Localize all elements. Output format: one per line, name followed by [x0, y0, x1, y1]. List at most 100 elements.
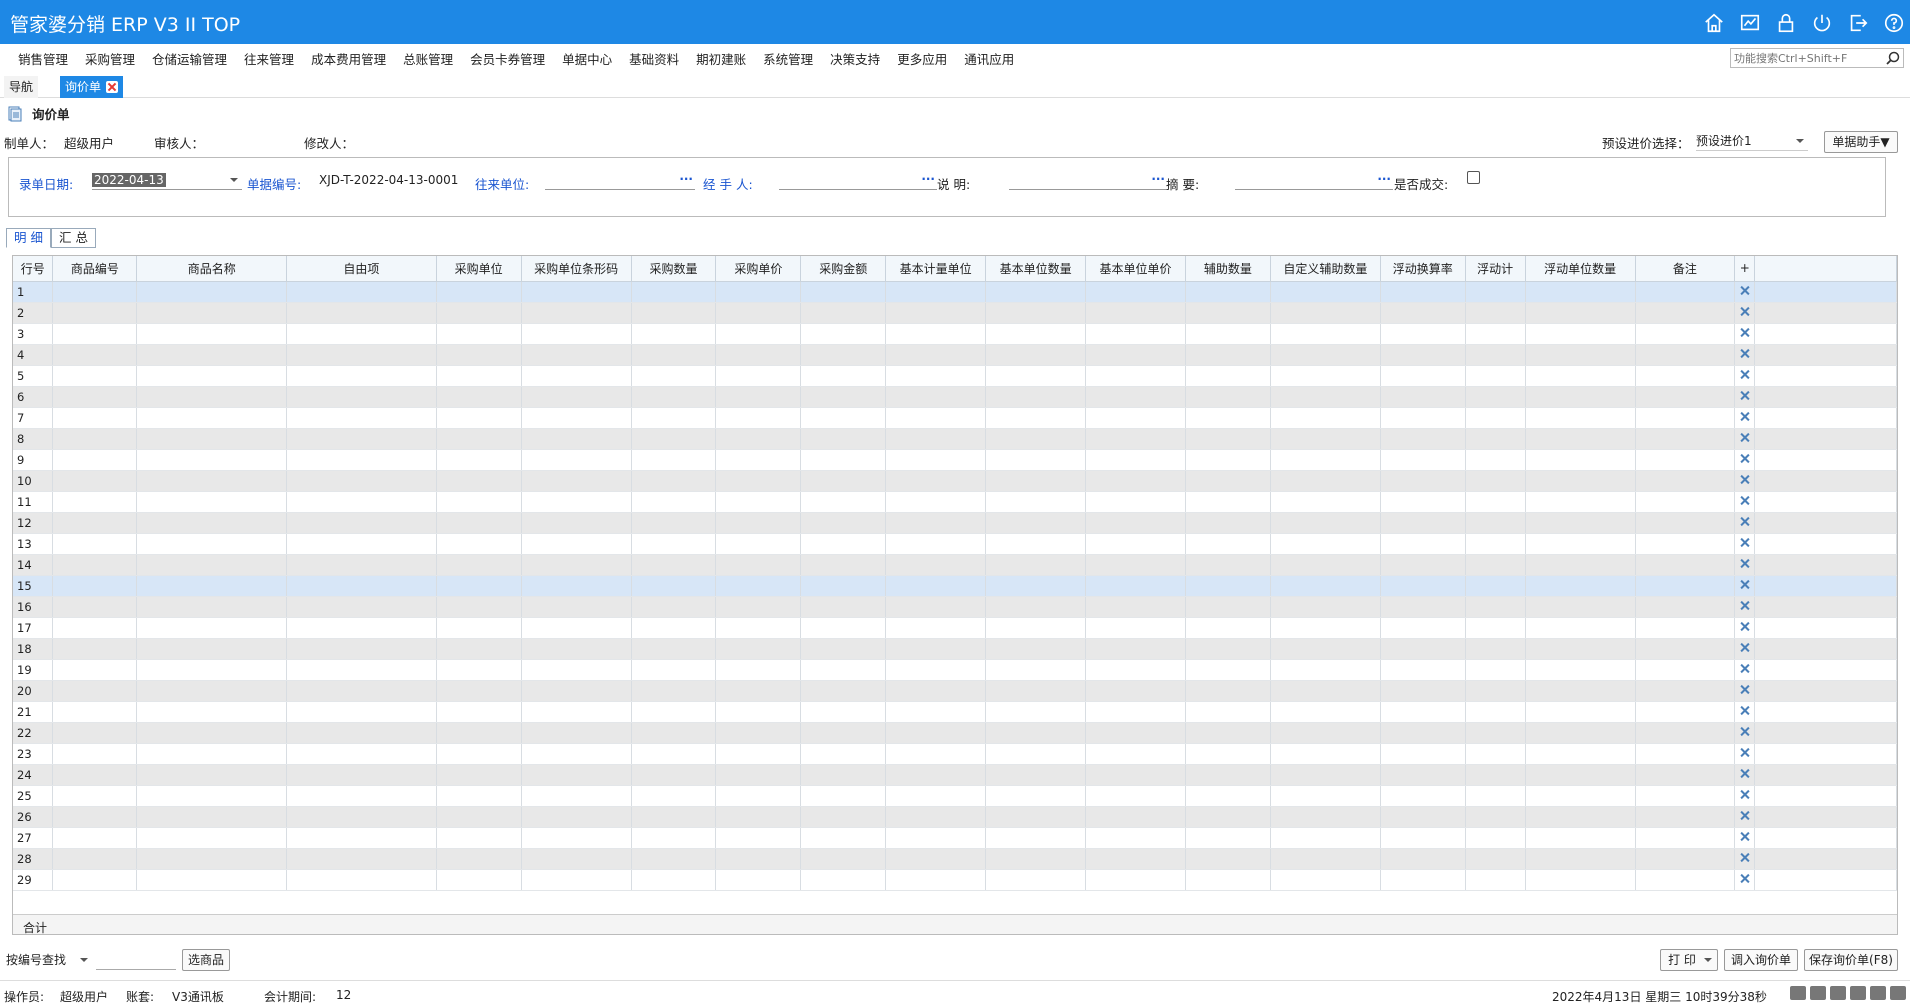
table-cell[interactable] — [1270, 596, 1381, 618]
table-cell[interactable] — [136, 428, 288, 450]
table-cell[interactable] — [1270, 407, 1381, 429]
table-cell[interactable] — [985, 827, 1087, 849]
table-cell[interactable] — [436, 764, 522, 786]
table-cell[interactable] — [1465, 827, 1526, 849]
column-header[interactable]: 辅助数量 — [1185, 256, 1271, 282]
table-cell[interactable] — [985, 848, 1087, 870]
table-cell[interactable] — [286, 701, 437, 723]
table-cell[interactable] — [885, 323, 987, 345]
table-cell[interactable] — [1270, 743, 1381, 765]
table-cell[interactable] — [885, 470, 987, 492]
delete-row-icon[interactable] — [1739, 516, 1750, 527]
table-row[interactable]: 24 — [13, 764, 1897, 786]
table-cell[interactable] — [286, 848, 437, 870]
table-row[interactable]: 7 — [13, 407, 1897, 429]
table-cell[interactable] — [1270, 428, 1381, 450]
table-row[interactable]: 19 — [13, 659, 1897, 681]
table-cell[interactable] — [286, 554, 437, 576]
table-row[interactable]: 12 — [13, 512, 1897, 534]
table-cell[interactable] — [136, 617, 288, 639]
column-header[interactable]: 备注 — [1635, 256, 1736, 282]
column-header[interactable]: 自由项 — [286, 256, 437, 282]
table-cell[interactable] — [136, 848, 288, 870]
table-cell[interactable] — [1525, 554, 1636, 576]
table-cell[interactable] — [1270, 386, 1381, 408]
table-cell[interactable] — [286, 764, 437, 786]
table-cell[interactable] — [885, 617, 987, 639]
tab-detail[interactable]: 明 细 — [6, 228, 51, 248]
table-cell[interactable] — [885, 869, 987, 891]
table-cell[interactable] — [1525, 638, 1636, 660]
table-cell[interactable] — [136, 659, 288, 681]
table-cell[interactable] — [1185, 701, 1271, 723]
table-cell[interactable] — [985, 575, 1087, 597]
table-cell[interactable] — [715, 764, 802, 786]
home-icon[interactable] — [1890, 986, 1906, 1000]
column-header[interactable]: 基本计量单位 — [885, 256, 987, 282]
table-cell[interactable] — [885, 533, 987, 555]
table-cell[interactable] — [631, 743, 717, 765]
table-cell[interactable] — [52, 512, 138, 534]
column-header[interactable]: 自定义辅助数量 — [1270, 256, 1381, 282]
table-cell[interactable] — [52, 638, 138, 660]
table-cell[interactable] — [1465, 743, 1526, 765]
table-cell[interactable] — [1380, 428, 1466, 450]
table-cell[interactable] — [521, 869, 632, 891]
table-row[interactable]: 14 — [13, 554, 1897, 576]
table-cell[interactable] — [715, 638, 802, 660]
table-cell[interactable] — [631, 470, 717, 492]
message-icon[interactable] — [1790, 986, 1806, 1000]
table-cell[interactable] — [800, 470, 887, 492]
table-cell[interactable] — [885, 575, 987, 597]
table-row[interactable]: 9 — [13, 449, 1897, 471]
table-cell[interactable] — [136, 596, 288, 618]
delete-row-icon[interactable] — [1739, 474, 1750, 485]
column-header[interactable]: 浮动单位数量 — [1525, 256, 1636, 282]
table-cell[interactable] — [521, 302, 632, 324]
table-cell[interactable] — [715, 617, 802, 639]
table-cell[interactable] — [136, 449, 288, 471]
table-cell[interactable] — [631, 554, 717, 576]
table-cell[interactable] — [1270, 575, 1381, 597]
table-cell[interactable] — [1185, 575, 1271, 597]
table-cell[interactable] — [1465, 533, 1526, 555]
partner-field[interactable]: ··· — [545, 170, 695, 190]
table-cell[interactable] — [1085, 512, 1186, 534]
table-cell[interactable] — [1185, 638, 1271, 660]
table-cell[interactable] — [1525, 281, 1636, 303]
table-cell[interactable] — [715, 428, 802, 450]
table-row[interactable]: 2 — [13, 302, 1897, 324]
table-cell[interactable] — [1525, 575, 1636, 597]
table-cell[interactable] — [52, 365, 138, 387]
table-cell[interactable] — [800, 302, 887, 324]
table-cell[interactable] — [631, 617, 717, 639]
table-cell[interactable] — [800, 323, 887, 345]
table-cell[interactable] — [1525, 848, 1636, 870]
table-cell[interactable] — [1270, 638, 1381, 660]
table-cell[interactable] — [521, 743, 632, 765]
table-cell[interactable] — [1085, 386, 1186, 408]
table-cell[interactable] — [885, 638, 987, 660]
table-cell[interactable] — [1465, 680, 1526, 702]
table-cell[interactable] — [885, 743, 987, 765]
table-cell[interactable] — [1085, 617, 1186, 639]
table-cell[interactable] — [1635, 680, 1736, 702]
table-cell[interactable] — [286, 428, 437, 450]
table-cell[interactable] — [800, 491, 887, 513]
table-cell[interactable] — [1465, 554, 1526, 576]
table-cell[interactable] — [1380, 743, 1466, 765]
table-cell[interactable] — [715, 596, 802, 618]
table-cell[interactable] — [521, 701, 632, 723]
table-cell[interactable] — [1525, 470, 1636, 492]
table-cell[interactable] — [1465, 344, 1526, 366]
table-cell[interactable] — [715, 554, 802, 576]
table-cell[interactable] — [715, 512, 802, 534]
table-row[interactable]: 17 — [13, 617, 1897, 639]
table-cell[interactable] — [1635, 491, 1736, 513]
table-cell[interactable] — [1380, 722, 1466, 744]
delete-row-icon[interactable] — [1739, 327, 1750, 338]
table-cell[interactable] — [985, 533, 1087, 555]
menu-doc-center[interactable]: 单据中心 — [554, 49, 621, 68]
table-cell[interactable] — [1185, 281, 1271, 303]
table-cell[interactable] — [985, 659, 1087, 681]
